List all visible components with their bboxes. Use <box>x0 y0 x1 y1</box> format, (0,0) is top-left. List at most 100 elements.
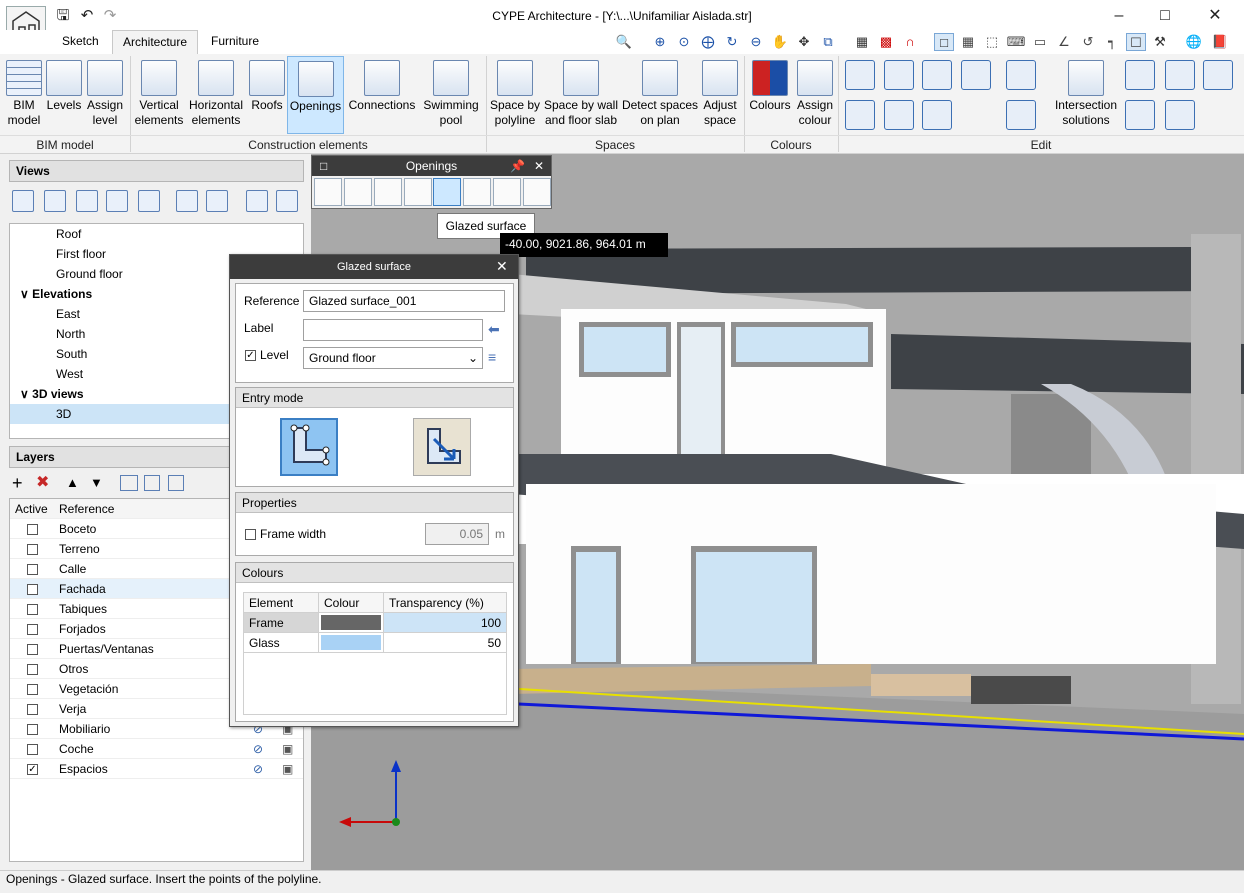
rotate-icon[interactable] <box>884 100 914 130</box>
window-tool-icon[interactable] <box>314 178 342 206</box>
camera-icon[interactable] <box>176 190 198 212</box>
close-icon[interactable]: ✕ <box>534 156 544 176</box>
layer-active-checkbox[interactable] <box>27 664 38 675</box>
curtain-wall-icon[interactable] <box>463 178 491 206</box>
layer-collapse-icon[interactable] <box>168 475 184 491</box>
frame-width-input[interactable]: 0.05 <box>425 523 489 545</box>
export-icon[interactable] <box>1203 60 1233 90</box>
layer-active-checkbox[interactable] <box>27 644 38 655</box>
level-checkbox[interactable]: ✓ <box>245 350 256 361</box>
restore-icon[interactable]: □ <box>320 156 327 176</box>
assign-colour-button[interactable]: Assign colour <box>794 56 836 134</box>
edit-view-icon[interactable] <box>44 190 66 212</box>
swimming-pool-button[interactable]: Swimming pool <box>420 56 482 134</box>
visibility-icon[interactable] <box>138 190 160 212</box>
delete-cube-icon[interactable] <box>1125 60 1155 90</box>
layer-active-checkbox[interactable] <box>27 544 38 555</box>
delete-view-icon[interactable] <box>106 190 128 212</box>
move-icon[interactable] <box>884 60 914 90</box>
pick-arrow-icon[interactable]: ⬅ <box>488 321 500 338</box>
adjust-space-button[interactable]: Adjust space <box>700 56 740 134</box>
section-view-icon[interactable] <box>276 190 298 212</box>
text-icon[interactable] <box>1006 60 1036 90</box>
skylight-icon[interactable] <box>493 178 521 206</box>
window-icon[interactable]: ⧉ <box>818 33 838 51</box>
frame-width-checkbox[interactable] <box>245 529 256 540</box>
comment-icon[interactable]: ☐ <box>1126 33 1146 51</box>
column-icon[interactable] <box>1165 100 1195 130</box>
layer-merge-icon[interactable] <box>120 475 138 491</box>
pan-hand-icon[interactable]: ✋ <box>770 33 790 51</box>
assign-level-button[interactable]: Assign level <box>84 56 126 134</box>
glazed-surface-tool-icon[interactable] <box>433 178 461 206</box>
add-layer-icon[interactable]: + <box>12 474 23 492</box>
layer-active-checkbox[interactable] <box>27 624 38 635</box>
connections-button[interactable]: Connections <box>346 56 418 134</box>
layer-active-checkbox[interactable] <box>27 704 38 715</box>
keyboard-icon[interactable]: ⌨ <box>1006 33 1026 51</box>
ortho-icon[interactable]: ▩ <box>876 33 896 51</box>
pencil-icon[interactable] <box>845 60 875 90</box>
layer-active-checkbox[interactable]: ✓ <box>27 764 38 775</box>
angle-icon[interactable]: ∠ <box>1054 33 1074 51</box>
frame-transparency-cell[interactable]: 100 <box>383 612 507 633</box>
intersection-solutions-button[interactable]: Intersection solutions <box>1050 56 1122 134</box>
reference-input[interactable]: Glazed surface_001 <box>303 290 505 312</box>
zoom-in-icon[interactable]: ⨁ <box>698 33 718 51</box>
horizontal-elements-button[interactable]: Horizontal elements <box>186 56 246 134</box>
label-input[interactable] <box>303 319 483 341</box>
add-view-icon[interactable] <box>12 190 34 212</box>
table-row[interactable]: ✓ Espacios ⊘ ▣ <box>10 759 303 779</box>
maximize-icon[interactable]: □ <box>1142 4 1188 28</box>
visibility-off-icon[interactable]: ⊘ <box>253 759 263 779</box>
square-snap-icon[interactable]: □ <box>934 33 954 51</box>
niche-tool-icon[interactable] <box>404 178 432 206</box>
eyedropper-icon[interactable] <box>961 60 991 90</box>
dialog-close-icon[interactable]: ✕ <box>496 258 508 275</box>
copy-view-icon[interactable] <box>76 190 98 212</box>
close-icon[interactable]: ✕ <box>1192 4 1238 28</box>
zoom-all-icon[interactable]: ⊙ <box>674 33 694 51</box>
refresh-icon[interactable]: ↻ <box>722 33 742 51</box>
pin-icon[interactable]: 📌 <box>510 156 525 176</box>
grid-snap-icon[interactable]: ▦ <box>852 33 872 51</box>
layer-active-checkbox[interactable] <box>27 584 38 595</box>
layer-active-checkbox[interactable] <box>27 564 38 575</box>
lock-icon[interactable]: ▣ <box>282 759 293 779</box>
zoom-window-icon[interactable]: ⊕ <box>650 33 670 51</box>
globe-icon[interactable]: 🌐 <box>1184 33 1204 51</box>
table-row[interactable]: Frame 100 <box>243 612 507 633</box>
glass-transparency-cell[interactable]: 50 <box>383 632 507 653</box>
grid-icon[interactable]: ▦ <box>958 33 978 51</box>
layers-icon[interactable]: ≡ <box>488 349 496 365</box>
frame-colour-cell[interactable] <box>318 612 384 633</box>
zoom-previous-icon[interactable]: ⊖ <box>746 33 766 51</box>
rotate-icon[interactable]: ↺ <box>1078 33 1098 51</box>
split-icon[interactable] <box>1165 60 1195 90</box>
ruler-icon[interactable]: ┑ <box>1102 33 1122 51</box>
magnet-icon[interactable]: ∩ <box>900 33 920 51</box>
level-select[interactable]: Ground floor ⌄ <box>303 347 483 369</box>
visibility-off-icon[interactable]: ⊘ <box>253 739 263 759</box>
roofs-button[interactable]: Roofs <box>248 56 286 134</box>
binoculars-icon[interactable]: 🔍 <box>614 33 634 51</box>
tab-architecture[interactable]: Architecture <box>112 30 199 54</box>
layer-active-checkbox[interactable] <box>27 604 38 615</box>
table-row[interactable]: Glass 50 <box>243 632 507 653</box>
lock-icon[interactable]: ▣ <box>282 739 293 759</box>
scale-icon[interactable] <box>922 100 952 130</box>
layer-active-checkbox[interactable] <box>27 744 38 755</box>
table-row[interactable]: Coche ⊘ ▣ <box>10 739 303 759</box>
eraser-icon[interactable] <box>845 100 875 130</box>
orbit-icon[interactable]: ✥ <box>794 33 814 51</box>
camera-settings-icon[interactable] <box>206 190 228 212</box>
vertical-elements-button[interactable]: Vertical elements <box>134 56 184 134</box>
delete-layer-icon[interactable]: ✖ <box>36 474 49 492</box>
detect-spaces-button[interactable]: Detect spaces on plan <box>621 56 699 134</box>
cube-view-icon[interactable] <box>246 190 268 212</box>
glass-colour-cell[interactable] <box>318 632 384 653</box>
tree-item-roof[interactable]: Roof <box>10 224 303 244</box>
adjust-opening-icon[interactable] <box>523 178 551 206</box>
space-by-wall-button[interactable]: Space by wall and floor slab <box>543 56 619 134</box>
openings-button[interactable]: Openings <box>287 56 344 134</box>
